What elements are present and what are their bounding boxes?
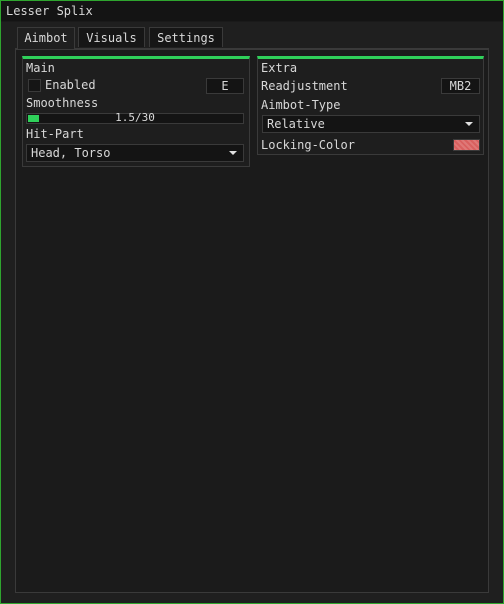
chevron-down-icon: [229, 151, 237, 155]
locking-color-swatch[interactable]: [453, 139, 480, 151]
chevron-down-icon: [465, 122, 473, 126]
extra-group-title: Extra: [261, 61, 298, 75]
aimbot-type-dropdown[interactable]: Relative: [262, 115, 480, 133]
hit-part-dropdown[interactable]: Head, Torso: [26, 144, 244, 162]
tab-content-aimbot: Main Enabled E Smoothness 1.5/30 Hit-Par…: [15, 49, 489, 593]
main-group-title: Main: [26, 61, 55, 75]
locking-color-label: Locking-Color: [261, 138, 355, 152]
hit-part-label: Hit-Part: [26, 127, 84, 141]
readjustment-keybind[interactable]: MB2: [441, 78, 480, 94]
tab-bar: Aimbot Visuals Settings: [15, 27, 489, 49]
aimbot-type-label: Aimbot-Type: [261, 98, 341, 112]
smoothness-value: 1.5/30: [115, 111, 155, 124]
hit-part-value: Head, Torso: [31, 146, 111, 160]
app-window: Lesser Splix Aimbot Visuals Settings Mai…: [0, 0, 504, 604]
main-group: Main Enabled E Smoothness 1.5/30 Hit-Par…: [22, 56, 250, 167]
extra-group: Extra Readjustment MB2 Aimbot-Type Relat…: [257, 56, 484, 155]
tab-visuals[interactable]: Visuals: [78, 27, 145, 47]
enabled-keybind[interactable]: E: [206, 78, 244, 94]
title-bar[interactable]: Lesser Splix: [1, 1, 503, 22]
readjustment-label: Readjustment: [261, 79, 348, 93]
smoothness-label: Smoothness: [26, 96, 99, 110]
window-title: Lesser Splix: [6, 4, 93, 18]
enabled-label: Enabled: [45, 78, 96, 92]
tab-aimbot[interactable]: Aimbot: [17, 27, 75, 49]
aimbot-type-value: Relative: [267, 117, 325, 131]
smoothness-slider[interactable]: 1.5/30: [26, 111, 244, 124]
tab-settings[interactable]: Settings: [149, 27, 223, 47]
enabled-checkbox[interactable]: [28, 79, 41, 92]
